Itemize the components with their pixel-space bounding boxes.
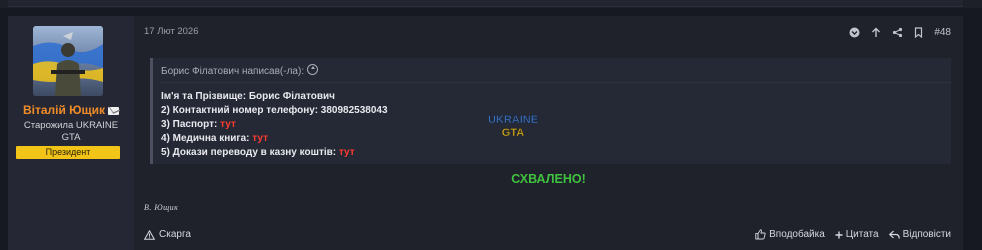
forum-post: Віталій Ющик Старожила UKRAINE GTA Прези… <box>8 16 963 250</box>
approved-status: СХВАЛЕНО! <box>511 172 586 186</box>
quote-line-text: Ім'я та Прізвище: Борис Філатович <box>161 91 335 102</box>
post-header-actions: #48 <box>849 25 951 39</box>
payment-proof-link[interactable]: тут <box>339 147 355 158</box>
quote-line: Ім'я та Прізвище: Борис Філатович <box>161 90 388 104</box>
post-date[interactable]: 17 Лют 2026 <box>144 26 198 37</box>
previous-post-edge <box>0 0 982 8</box>
reply-label[interactable]: Відповісти <box>903 229 951 240</box>
bookmark-icon[interactable] <box>914 26 923 38</box>
username-text[interactable]: Віталій Ющик <box>23 103 105 117</box>
mail-icon[interactable] <box>108 106 120 115</box>
quote-line: 4) Медична книга: тут <box>161 132 388 146</box>
thumbs-up-icon[interactable] <box>755 229 766 240</box>
medical-book-link[interactable]: тут <box>252 133 268 144</box>
post-footer-actions: Вподобайка Цитата Відповісти <box>755 229 951 240</box>
like-button[interactable]: Вподобайка <box>755 229 825 240</box>
ukraine-gta-watermark-logo: UKRAINE GTA <box>478 110 548 140</box>
share-icon[interactable] <box>892 27 903 38</box>
reply-button[interactable]: Відповісти <box>888 229 951 240</box>
reply-icon[interactable] <box>888 230 900 240</box>
quote-line-text: 5) Докази переводу в казну коштів: <box>161 147 339 158</box>
user-sidebar: Віталій Ющик Старожила UKRAINE GTA Прези… <box>8 16 134 250</box>
username[interactable]: Віталій Ющик <box>8 103 134 117</box>
plus-icon[interactable] <box>835 231 843 239</box>
watermark-line2: GTA <box>502 127 524 139</box>
chevron-down-circle-icon[interactable] <box>849 27 860 38</box>
quote-button[interactable]: Цитата <box>835 229 879 240</box>
quote-line-text: 3) Паспорт: <box>161 119 221 130</box>
quote-line: 5) Докази переводу в казну коштів: тут <box>161 146 388 160</box>
like-label[interactable]: Вподобайка <box>769 229 825 240</box>
quote-line: 3) Паспорт: тут <box>161 118 388 132</box>
post-content: 17 Лют 2026 #48 Борис Філатович написав(… <box>134 16 963 250</box>
quote-line-text: 4) Медична книга: <box>161 133 253 144</box>
watermark-line1: UKRAINE <box>488 114 538 126</box>
user-rank-badge: Президент <box>16 146 120 159</box>
quote-body: Ім'я та Прізвище: Борис Філатович 2) Кон… <box>161 90 388 160</box>
quote-block: Борис Філатович написав(-ла): Ім'я та Пр… <box>150 58 951 164</box>
arrow-up-icon[interactable] <box>871 27 881 38</box>
quote-label[interactable]: Цитата <box>846 229 879 240</box>
report-label[interactable]: Скарга <box>159 229 191 240</box>
go-to-quote-icon[interactable] <box>307 64 319 75</box>
post-number[interactable]: #48 <box>934 27 951 38</box>
passport-link[interactable]: тут <box>220 119 236 130</box>
quote-line-text: 2) Контактний номер телефону: 3809825380… <box>161 105 388 116</box>
avatar[interactable] <box>33 26 103 96</box>
warning-icon[interactable] <box>144 229 155 240</box>
user-title: Старожила UKRAINE GTA <box>23 120 119 143</box>
signature: В. Ющик <box>144 203 179 212</box>
quote-header[interactable]: Борис Філатович написав(-ла): <box>161 62 951 83</box>
quote-author[interactable]: Борис Філатович написав(-ла): <box>161 66 304 77</box>
quote-line: 2) Контактний номер телефону: 3809825380… <box>161 104 388 118</box>
report-button[interactable]: Скарга <box>144 229 191 240</box>
